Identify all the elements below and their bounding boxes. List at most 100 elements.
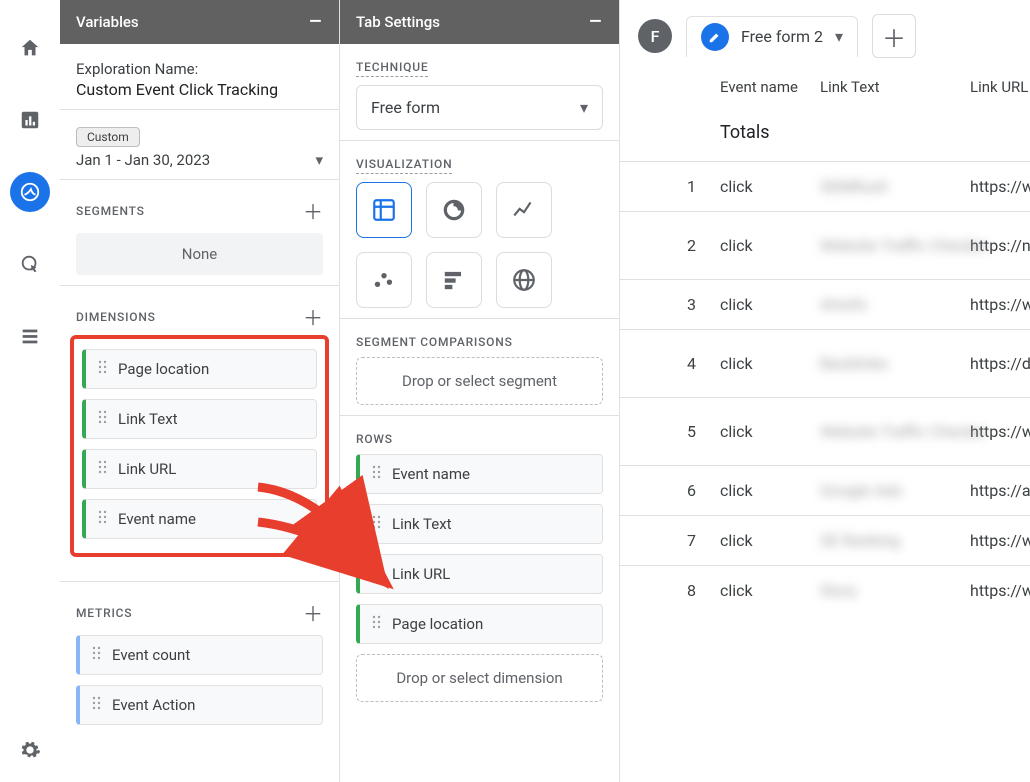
technique-section: TECHNIQUE Free form ▾ (340, 44, 619, 141)
rail-configure[interactable] (10, 316, 50, 356)
rail-advertising[interactable] (10, 244, 50, 284)
tab-settings-title: Tab Settings (356, 13, 440, 31)
rows-section: ROWS Event name Link Text Link URL Page … (340, 416, 619, 712)
segments-label: SEGMENTS (76, 204, 145, 218)
bar-chart-icon (19, 109, 41, 131)
table-row[interactable]: 6clickGoogle Adshttps://a (620, 465, 1030, 515)
add-dimension-button[interactable]: ＋ (303, 302, 323, 331)
exploration-name[interactable]: Custom Event Click Tracking (76, 80, 323, 99)
add-segment-button[interactable]: ＋ (303, 196, 323, 225)
variables-minimize[interactable]: − (308, 9, 323, 35)
explore-icon (19, 181, 41, 203)
grip-icon (372, 615, 382, 633)
table-row[interactable]: 4clickBacklinkshttps://d (620, 329, 1030, 397)
exploration-canvas: F Free form 2 ▾ ＋ Event name Link Text L… (620, 0, 1030, 782)
visualization-section: VISUALIZATION (340, 141, 619, 319)
table-row[interactable]: 7clickSE Rankinghttps://w (620, 515, 1030, 565)
rows-label: ROWS (356, 432, 603, 446)
col-link-url[interactable]: Link URL (970, 78, 1030, 96)
scope-avatar[interactable]: F (638, 19, 672, 53)
row-index: 1 (650, 177, 720, 196)
dimensions-label: DIMENSIONS (76, 310, 156, 324)
rail-home[interactable] (10, 28, 50, 68)
row-index: 3 (650, 295, 720, 314)
segments-none[interactable]: None (76, 233, 323, 275)
nav-rail (0, 0, 60, 782)
table-body: 1clickSEMRushhttps://w2clickWebsite Traf… (620, 161, 1030, 615)
tab-settings-panel: Tab Settings − TECHNIQUE Free form ▾ VIS… (340, 0, 620, 782)
date-preset-chip: Custom (76, 127, 140, 147)
viz-bar[interactable] (426, 252, 482, 308)
table-row[interactable]: 8clickStoryhttps://w (620, 565, 1030, 615)
segcomp-dropzone[interactable]: Drop or select segment (356, 357, 603, 405)
table-row[interactable]: 1clickSEMRushhttps://w (620, 161, 1030, 211)
viz-line[interactable] (496, 182, 552, 238)
cell-event: click (720, 481, 820, 500)
metric-pill[interactable]: Event count (76, 635, 323, 675)
dimension-text: Page location (118, 360, 209, 378)
add-metric-button[interactable]: ＋ (303, 598, 323, 627)
canvas-tab[interactable]: Free form 2 ▾ (686, 16, 858, 57)
row-text: Event name (392, 465, 470, 483)
cell-event: click (720, 531, 820, 550)
dimension-text: Link Text (118, 410, 178, 428)
dropdown-caret-icon[interactable]: ▾ (835, 27, 843, 46)
dimension-text: Link URL (118, 460, 176, 478)
tab-settings-minimize[interactable]: − (588, 9, 603, 35)
col-link-text[interactable]: Link Text (820, 78, 970, 96)
row-index: 7 (650, 531, 720, 550)
dimension-pill[interactable]: Event name (82, 499, 317, 539)
viz-table[interactable] (356, 182, 412, 238)
table-row[interactable]: 5clickWebsite Traffic Checkerhttps://w (620, 397, 1030, 465)
cell-url: https://w (970, 531, 1030, 550)
table-row[interactable]: 3clickAhrefshttps://w (620, 279, 1030, 329)
totals-label: Totals (720, 122, 820, 143)
row-index: 8 (650, 581, 720, 600)
cell-url: https://w (970, 177, 1030, 196)
rail-admin[interactable] (10, 730, 50, 770)
cell-event: click (720, 422, 820, 441)
viz-donut[interactable] (426, 182, 482, 238)
grip-icon (372, 515, 382, 533)
date-range-section[interactable]: Custom Jan 1 - Jan 30, 2023 ▾ (60, 110, 339, 180)
totals-row: Totals (620, 116, 1030, 161)
row-pill[interactable]: Event name (356, 454, 603, 494)
cell-url: https://w (970, 581, 1030, 600)
tab-name-text: Free form 2 (741, 27, 823, 46)
row-text: Link URL (392, 565, 450, 583)
cell-link-text: Story (820, 581, 970, 600)
viz-geo[interactable] (496, 252, 552, 308)
date-range-text: Jan 1 - Jan 30, 2023 (76, 151, 210, 169)
add-tab-button[interactable]: ＋ (872, 14, 916, 58)
dimension-pill[interactable]: Link Text (82, 399, 317, 439)
edit-tab-icon (701, 23, 729, 51)
segments-section: SEGMENTS ＋ None (60, 180, 339, 286)
cell-link-text: Backlinks (820, 354, 970, 373)
rail-reports[interactable] (10, 100, 50, 140)
grip-icon (92, 696, 102, 714)
segcomp-label: SEGMENT COMPARISONS (356, 335, 603, 349)
table-row[interactable]: 2clickWebsite Traffic Checkerhttps://n (620, 211, 1030, 279)
rows-dropzone[interactable]: Drop or select dimension (356, 654, 603, 702)
cell-url: https://a (970, 481, 1030, 500)
cell-url: https://d (970, 354, 1030, 373)
rail-explore[interactable] (10, 172, 50, 212)
row-index: 5 (650, 422, 720, 441)
row-pill[interactable]: Link Text (356, 504, 603, 544)
dimensions-highlight-annotation: Page location Link Text Link URL Event n… (70, 335, 329, 557)
technique-select[interactable]: Free form ▾ (356, 85, 603, 130)
row-pill[interactable]: Page location (356, 604, 603, 644)
variables-panel: Variables − Exploration Name: Custom Eve… (60, 0, 340, 782)
row-pill[interactable]: Link URL (356, 554, 603, 594)
cell-link-text: Website Traffic Checker (820, 422, 970, 441)
table-header: Event name Link Text Link URL (620, 64, 1030, 116)
dimension-pill[interactable]: Link URL (82, 449, 317, 489)
segment-comparisons-section: SEGMENT COMPARISONS Drop or select segme… (340, 319, 619, 416)
col-event-name[interactable]: Event name (720, 78, 820, 96)
dropdown-caret-icon: ▾ (580, 98, 588, 117)
dropdown-caret-icon: ▾ (315, 151, 323, 169)
dimension-pill[interactable]: Page location (82, 349, 317, 389)
metric-pill[interactable]: Event Action (76, 685, 323, 725)
viz-scatter[interactable] (356, 252, 412, 308)
cell-link-text: SE Ranking (820, 531, 970, 550)
